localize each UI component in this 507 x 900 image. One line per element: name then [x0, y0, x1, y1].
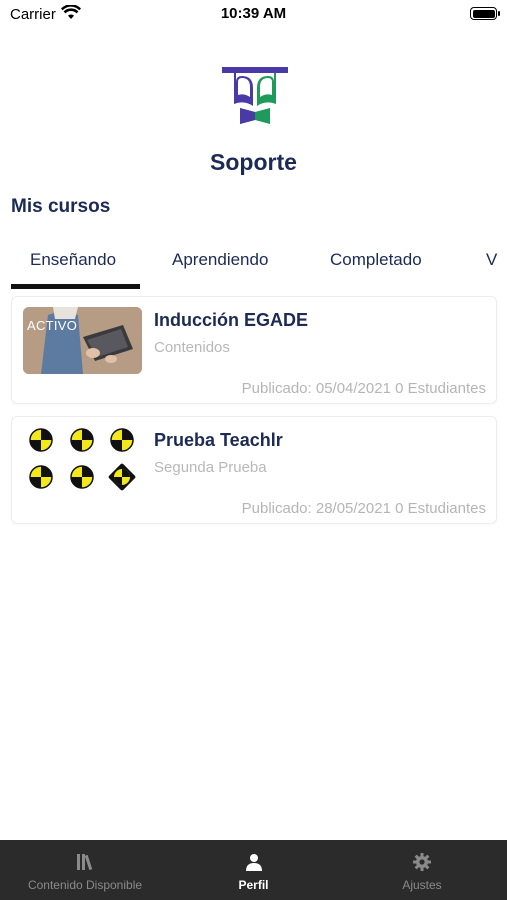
- course-thumbnail: [23, 427, 142, 494]
- teachlr-book-logo-icon: [222, 67, 288, 124]
- status-bar: Carrier 10:39 AM: [0, 0, 507, 30]
- page-title: Soporte: [210, 149, 297, 175]
- course-card[interactable]: ACTIVO Inducción EGADE Contenidos Public…: [11, 296, 497, 404]
- nav-label: Contenido Disponible: [27, 878, 143, 892]
- tab-aprendiendo[interactable]: Aprendiendo: [172, 250, 268, 270]
- course-subtitle: Contenidos: [154, 339, 230, 356]
- marker-1: [29, 428, 53, 452]
- course-title[interactable]: Inducción EGADE: [154, 310, 308, 331]
- nav-item-ajustes[interactable]: Ajustes: [337, 840, 507, 900]
- section-title-mis-cursos: Mis cursos: [11, 196, 111, 217]
- status-badge: ACTIVO: [27, 318, 78, 333]
- course-title[interactable]: Prueba Teachlr: [154, 430, 283, 451]
- battery-icon: [470, 7, 500, 20]
- library-books-icon: [77, 854, 93, 871]
- crash-test-markers-image: [23, 427, 142, 494]
- course-tabs: Enseñando Aprendiendo Completado V: [0, 240, 507, 292]
- tab-completado[interactable]: Completado: [330, 250, 422, 270]
- bottom-nav-bar: Contenido Disponible Perfil Ajustes: [0, 840, 507, 900]
- course-subtitle: Segunda Prueba: [154, 459, 267, 476]
- nav-item-perfil[interactable]: Perfil: [170, 840, 337, 900]
- course-meta: Publicado: 28/05/2021 0 Estudiantes: [241, 500, 486, 517]
- status-time: 10:39 AM: [220, 5, 287, 22]
- course-thumbnail: ACTIVO: [23, 307, 142, 374]
- tab-active-indicator: [11, 284, 140, 289]
- tab-ensenando[interactable]: Enseñando: [30, 250, 116, 270]
- course-meta: Publicado: 05/04/2021 0 Estudiantes: [241, 380, 486, 397]
- nav-label: Ajustes: [402, 878, 442, 892]
- course-card[interactable]: Prueba Teachlr Segunda Prueba Publicado:…: [11, 416, 497, 524]
- gear-icon: [413, 853, 431, 871]
- nav-item-contenido-disponible[interactable]: Contenido Disponible: [0, 840, 170, 900]
- tab-more[interactable]: V: [486, 250, 497, 270]
- nav-label: Perfil: [238, 878, 269, 892]
- person-icon: [245, 854, 262, 871]
